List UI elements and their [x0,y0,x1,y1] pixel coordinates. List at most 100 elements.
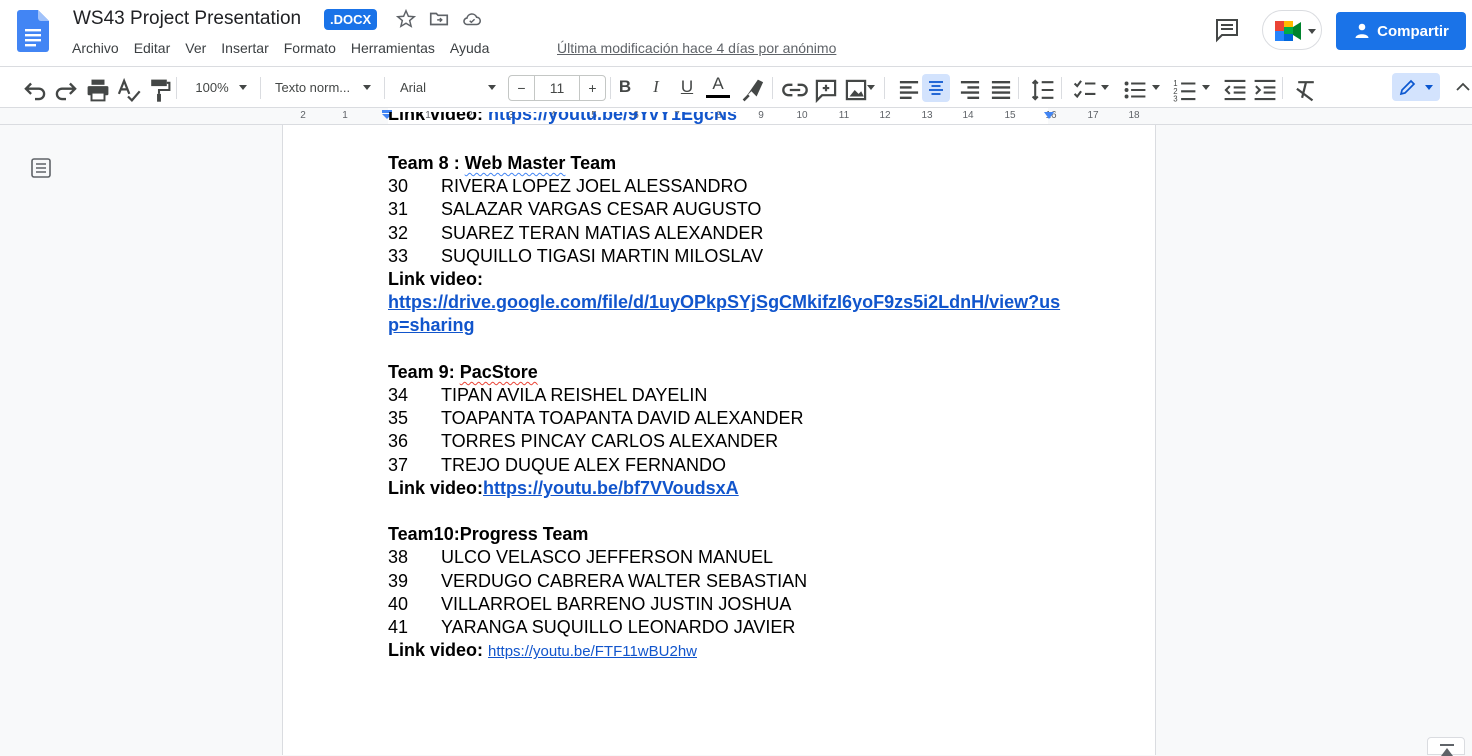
team8-video-link[interactable]: https://drive.google.com/file/d/1uyOPkpS… [388,292,1060,312]
comments-icon[interactable] [1213,16,1241,44]
menu-editar[interactable]: Editar [134,40,171,56]
clipped-previous-line: Link video: https://youtu.be/9YvY1EgcNs [388,112,737,128]
print-icon[interactable] [85,77,111,103]
line-spacing-icon[interactable] [1030,77,1056,103]
ruler-label: 17 [1087,110,1099,121]
clipped-previous-link[interactable]: https://youtu.be/9YvY1EgcNs [488,112,737,124]
pencil-icon [1399,79,1416,96]
team8-link-label: Link video: [388,269,484,290]
ruler-label: 2 [300,110,306,121]
zoom-value: 100% [195,79,229,95]
insert-link-icon[interactable] [782,77,808,103]
team9-video-link[interactable]: https://youtu.be/bf7VVoudsxA [483,478,739,498]
list-item: 38 ULCO VELASCO JEFFERSON MANUEL [388,547,774,568]
text-color-button[interactable]: A [706,72,730,98]
team8-heading: Team 8 : Web Master Team [388,153,617,173]
svg-text:3: 3 [1173,95,1177,103]
font-size-decrease-button[interactable]: − [509,76,535,100]
right-indent-marker[interactable] [1043,111,1055,120]
share-button-label: Compartir [1377,22,1449,40]
list-item: 37 TREJO DUQUE ALEX FERNANDO [388,454,727,475]
share-person-icon [1355,23,1369,38]
align-center-icon [929,81,943,95]
menu-herramientas[interactable]: Herramientas [351,40,435,56]
redo-icon[interactable] [53,77,79,103]
team8-video-link-cont[interactable]: p=sharing [388,315,475,335]
ruler-label: 12 [879,110,891,121]
ruler-label: 13 [921,110,933,121]
list-item: 34 TIPAN AVILA REISHEL DAYELIN [388,385,708,406]
editing-mode-button[interactable] [1392,73,1440,101]
team10-heading: Team10:Progress Team [388,524,589,545]
move-folder-icon[interactable] [428,8,450,30]
collapse-menus-icon[interactable] [1455,79,1471,95]
share-button[interactable]: Compartir [1336,12,1466,50]
document-title[interactable]: WS43 Project Presentation [73,8,301,30]
bold-button[interactable]: B [614,74,636,100]
list-item: 40 VILLARROEL BARRENO JUSTIN JOSHUA [388,593,792,614]
team8-heading-name: Web Master [464,153,566,173]
cloud-status-icon[interactable] [461,8,483,30]
menu-ayuda[interactable]: Ayuda [450,40,489,56]
ruler-label: 11 [838,110,850,121]
menu-formato[interactable]: Formato [284,40,336,56]
menu-bar: Archivo Editar Ver Insertar Formato Herr… [72,40,504,56]
paragraph-style-value: Texto norm... [275,79,351,95]
ruler-label: 1 [342,110,348,121]
numbered-list-icon[interactable]: 123 [1172,77,1198,103]
align-right-icon[interactable] [957,77,983,103]
list-item: 35 TOAPANTA TOAPANTA DAVID ALEXANDER [388,408,804,429]
list-item: 41 YARANGA SUQUILLO LEONARDO JAVIER [388,617,796,638]
list-item: 39 VERDUGO CABRERA WALTER SEBASTIAN [388,570,808,591]
last-modified-link[interactable]: Última modificación hace 4 días por anón… [557,40,836,56]
list-item: 33 SUQUILLO TIGASI MARTIN MILOSLAV [388,245,764,266]
font-family-value: Arial [400,79,427,95]
explore-icon [1440,744,1454,756]
italic-button[interactable]: I [645,74,667,100]
spellcheck-icon[interactable] [115,77,141,103]
insert-image-icon[interactable] [843,77,869,103]
star-icon[interactable] [395,8,417,30]
font-size-increase-button[interactable]: + [579,76,605,100]
clear-formatting-icon[interactable] [1293,77,1319,103]
explore-button[interactable] [1427,737,1465,756]
list-item: 36 TORRES PINCAY CARLOS ALEXANDER [388,431,779,452]
team9-heading-name: PacStore [459,361,538,382]
menu-insertar[interactable]: Insertar [221,40,268,56]
checklist-icon[interactable] [1072,77,1098,103]
meet-icon [1275,21,1301,41]
increase-indent-icon[interactable] [1252,77,1278,103]
list-item: 31 SALAZAR VARGAS CESAR AUGUSTO [388,199,762,220]
align-center-button[interactable] [922,74,950,102]
font-size-control: − 11 + [508,75,606,101]
menu-ver[interactable]: Ver [185,40,206,56]
ruler-label: 14 [962,110,974,121]
undo-icon[interactable] [22,77,48,103]
highlight-icon[interactable] [741,77,767,103]
ruler-label: 9 [758,110,764,121]
underline-button[interactable]: U [676,74,698,100]
decrease-indent-icon[interactable] [1222,77,1248,103]
ruler-label: 10 [796,110,808,121]
meet-button[interactable] [1262,10,1322,50]
ruler-label: 15 [1004,110,1016,121]
font-size-input[interactable]: 11 [535,76,579,100]
align-left-icon[interactable] [896,77,922,103]
document-body[interactable]: Team 8 : Web Master Team 30 RIVERA LOPEZ … [388,152,1068,663]
align-justify-icon[interactable] [988,77,1014,103]
file-type-badge: .DOCX [324,9,378,30]
team10-link-label: Link video: [388,640,489,661]
list-item: 32 SUAREZ TERAN MATIAS ALEXANDER [388,222,764,243]
add-comment-icon[interactable] [813,77,839,103]
font-family-select[interactable]: Arial [394,74,498,100]
menu-archivo[interactable]: Archivo [72,40,119,56]
paint-format-icon[interactable] [146,77,172,103]
docs-logo-icon[interactable] [17,10,49,52]
ruler-label: 18 [1128,110,1140,121]
team9-link-label: Link video: [388,477,484,498]
team10-video-link[interactable]: https://youtu.be/FTF11wBU2hw [488,643,697,660]
team9-heading: Team 9: PacStore [388,361,538,382]
list-item: 30 RIVERA LOPEZ JOEL ALESSANDRO [388,176,748,197]
bulleted-list-icon[interactable] [1122,77,1148,103]
document-outline-icon[interactable] [30,157,52,179]
